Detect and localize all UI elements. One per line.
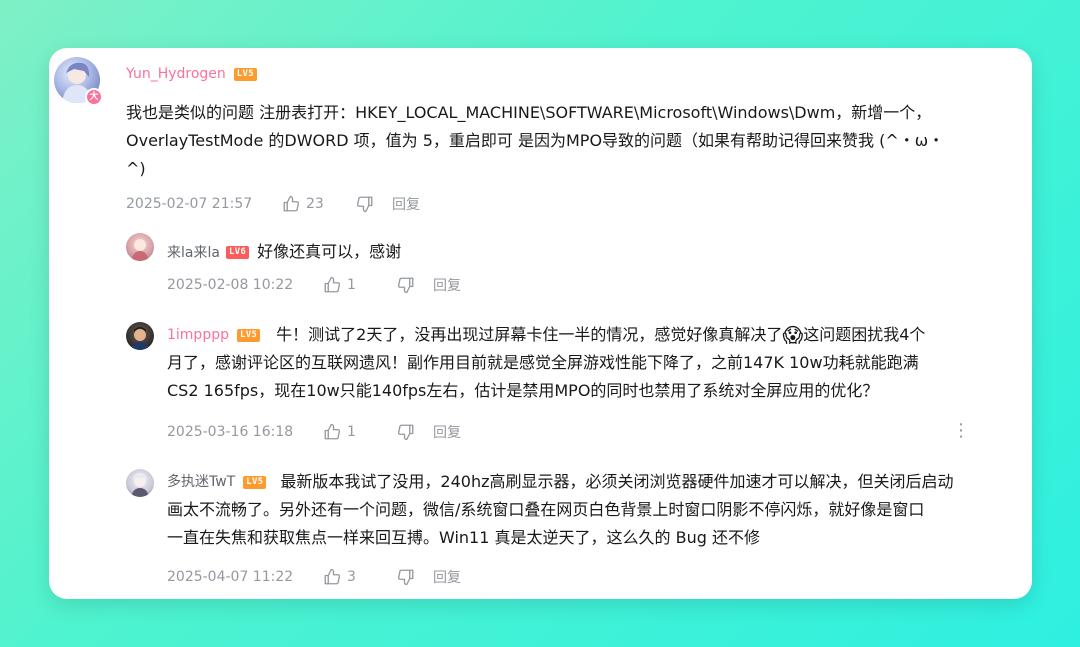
level-badge: LV5 [243,475,267,489]
username[interactable]: 多执迷TwT [167,468,235,496]
like-count: 23 [306,196,324,212]
reply-text-line: 最新版本我试了没用，240hz高刷显示器，必须关闭浏览器硬件加速才可以解决，但关… [280,472,954,491]
username[interactable]: 1impppp [167,321,229,349]
reply-button[interactable]: 回复 [433,422,461,442]
thumbs-down-icon [397,568,415,586]
comment-text: 我也是类似的问题 注册表打开：HKEY_LOCAL_MACHINE\SOFTWA… [126,99,1016,183]
reply-text-line: 画太不流畅了。另外还有一个问题，微信/系统窗口叠在网页白色背景上时窗口阴影不停闪… [167,500,925,519]
thumbs-down-icon [397,276,415,294]
comment-line: OverlayTestMode 的DWORD 项，值为 5，重启即可 是因为MP… [126,131,945,150]
thumbs-down-icon [356,195,374,213]
dislike-button[interactable] [397,276,433,294]
reply-button[interactable]: 回复 [433,567,461,587]
timestamp: 2025-02-07 21:57 [126,196,253,212]
reply-meta: 2025-02-08 10:22 1 回复 [167,275,461,295]
reply-meta: 2025-03-16 16:18 1 回复 [167,422,461,442]
avatar-art [131,239,149,261]
level-badge: LV6 [225,245,250,259]
timestamp: 2025-03-16 16:18 [167,424,294,440]
dislike-button[interactable] [397,568,433,586]
like-button[interactable]: 23 [282,195,356,213]
avatar-lailai[interactable] [126,233,154,261]
like-button[interactable]: 1 [323,423,397,441]
like-count: 3 [347,569,356,585]
reply-button[interactable]: 回复 [433,275,461,295]
reply-text: 好像还真可以，感谢 [257,242,402,261]
dislike-button[interactable] [356,195,392,213]
dislike-button[interactable] [397,423,433,441]
reply-text-line: 牛！测试了2天了，没再出现过屏幕卡住一半的情况，感觉好像真解决了 [276,325,783,344]
like-button[interactable]: 1 [323,276,397,294]
more-vertical-icon[interactable]: ⋮ [952,422,970,440]
comment-line: 我也是类似的问题 注册表打开：HKEY_LOCAL_MACHINE\SOFTWA… [126,103,932,122]
like-count: 1 [347,277,356,293]
reply-text-line: 一直在失焦和获取焦点一样来回互搏。Win11 真是太逆天了，这么久的 Bug 还… [167,528,760,547]
timestamp: 2025-04-07 11:22 [167,569,294,585]
like-count: 1 [347,424,356,440]
username[interactable]: 来la来la [167,242,220,262]
level-badge: LV5 [233,67,257,81]
thumbs-up-icon [323,568,341,586]
comment-line: ^) [126,159,146,178]
timestamp: 2025-02-08 10:22 [167,277,294,293]
shocked-emoji-icon: 😱 [782,323,804,347]
vip-badge: 大 [85,88,103,106]
reply-meta: 2025-04-07 11:22 3 回复 [167,567,461,587]
avatar-duozhimi[interactable] [126,469,154,497]
reply-button[interactable]: 回复 [392,194,420,214]
reply-text-line: 月了，感谢评论区的互联网遗风！副作用目前就是感觉全屏游戏性能下降了，之前147K… [167,353,919,372]
like-button[interactable]: 3 [323,568,397,586]
reply-text-line: CS2 165fps，现在10w只能140fps左右，估计是禁用MPO的同时也禁… [167,381,879,400]
comment-meta: 2025-02-07 21:57 23 回复 [126,194,420,214]
avatar-1impppp[interactable] [126,322,154,350]
avatar-art [131,472,149,497]
thumbs-up-icon [323,423,341,441]
thumbs-up-icon [282,195,300,213]
comment-card: 大 Yun_Hydrogen LV5 我也是类似的问题 注册表打开：HKEY_L… [49,48,1032,599]
thumbs-up-icon [323,276,341,294]
username[interactable]: Yun_Hydrogen [126,66,226,82]
avatar-art [131,327,149,350]
level-badge: LV5 [236,328,261,342]
thumbs-down-icon [397,423,415,441]
reply-text-line: 这问题困扰我4个 [803,325,926,344]
